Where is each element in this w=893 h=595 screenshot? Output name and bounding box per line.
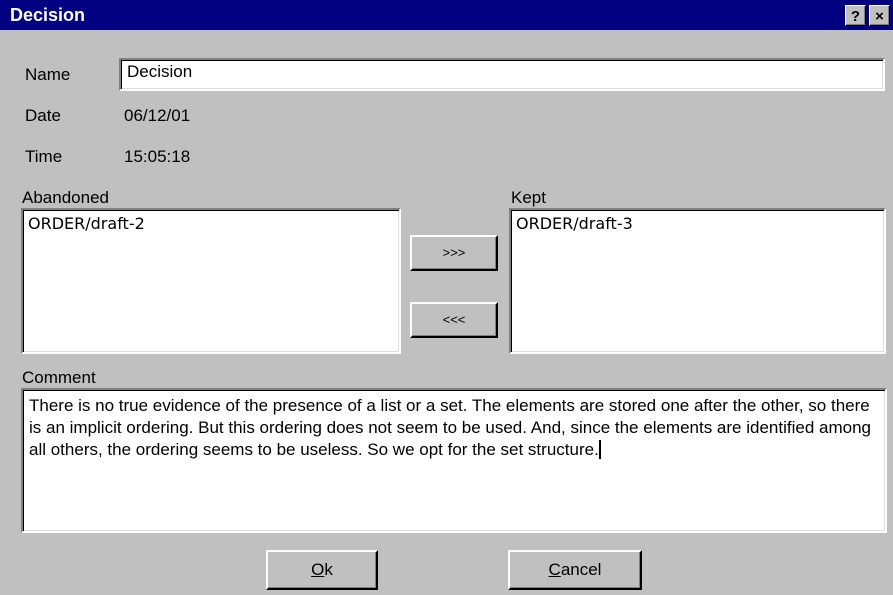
kept-list[interactable]: ORDER/draft-3 bbox=[509, 208, 886, 354]
move-right-label: >>> bbox=[442, 245, 466, 260]
comment-textarea[interactable]: There is no true evidence of the presenc… bbox=[21, 388, 887, 533]
time-label: Time bbox=[25, 147, 63, 166]
comment-text-container: There is no true evidence of the presenc… bbox=[29, 395, 877, 461]
name-field[interactable]: Decision bbox=[119, 58, 885, 91]
move-right-button[interactable]: >>> bbox=[410, 235, 498, 271]
title-bar[interactable]: Decision ? × bbox=[0, 0, 893, 30]
kept-list-item[interactable]: ORDER/draft-3 bbox=[516, 214, 633, 233]
comment-label: Comment bbox=[22, 368, 96, 387]
date-label: Date bbox=[25, 106, 61, 125]
ok-label-rest: k bbox=[324, 560, 333, 579]
cancel-mnemonic: C bbox=[548, 560, 561, 579]
abandoned-list[interactable]: ORDER/draft-2 bbox=[21, 208, 401, 354]
move-left-label: <<< bbox=[442, 312, 466, 327]
cancel-button[interactable]: Cancel bbox=[508, 550, 642, 590]
kept-label: Kept bbox=[511, 188, 546, 207]
cancel-button-label: Cancel bbox=[549, 552, 602, 588]
close-icon[interactable]: × bbox=[869, 5, 890, 26]
time-value: 15:05:18 bbox=[124, 147, 191, 166]
move-left-button[interactable]: <<< bbox=[410, 302, 498, 338]
date-value: 06/12/01 bbox=[124, 106, 191, 125]
ok-button[interactable]: Ok bbox=[266, 550, 378, 590]
ok-button-label: Ok bbox=[311, 552, 333, 588]
abandoned-list-item[interactable]: ORDER/draft-2 bbox=[28, 214, 145, 233]
help-button[interactable]: ? bbox=[845, 5, 866, 26]
abandoned-label: Abandoned bbox=[22, 188, 109, 207]
ok-mnemonic: O bbox=[311, 560, 325, 579]
name-label: Name bbox=[25, 65, 71, 84]
name-field-value: Decision bbox=[127, 62, 193, 81]
text-caret bbox=[598, 440, 601, 459]
cancel-label-rest: ancel bbox=[560, 560, 602, 579]
comment-text: There is no true evidence of the presenc… bbox=[29, 396, 871, 459]
window-title: Decision bbox=[10, 5, 86, 25]
